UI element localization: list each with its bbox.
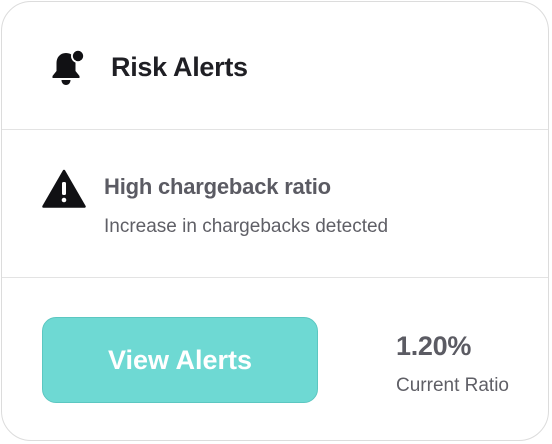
alert-title: High chargeback ratio [104, 174, 331, 199]
card-header: Risk Alerts [2, 2, 548, 130]
current-ratio-value: 1.20% [396, 331, 472, 361]
alert-description: Increase in chargebacks detected [104, 216, 389, 237]
card-footer: View Alerts 1.20% Current Ratio [2, 278, 548, 440]
warning-triangle-icon [42, 169, 86, 209]
alert-item: High chargeback ratio Increase in charge… [2, 130, 548, 278]
view-alerts-button[interactable]: View Alerts [42, 317, 318, 403]
risk-alerts-card: Risk Alerts High chargeback ratio Increa… [1, 1, 549, 441]
card-title: Risk Alerts [111, 52, 248, 82]
current-ratio-label: Current Ratio [396, 375, 509, 396]
bell-alert-icon [48, 48, 88, 88]
